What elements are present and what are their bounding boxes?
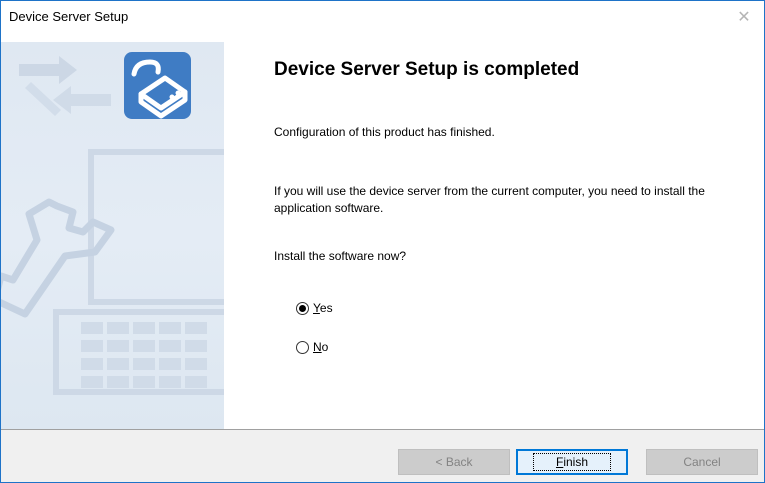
radio-yes-circle[interactable] xyxy=(296,301,309,315)
close-icon: ✕ xyxy=(737,8,751,26)
page-heading: Device Server Setup is completed xyxy=(274,59,580,80)
laptop-icon xyxy=(53,149,224,395)
finish-button-label: Finish xyxy=(532,453,612,471)
sidebar-artwork xyxy=(1,52,224,395)
finish-button[interactable]: Finish xyxy=(516,449,628,475)
radio-yes[interactable]: Yes xyxy=(296,301,333,315)
keyboard-keys xyxy=(81,322,207,388)
radio-no-circle[interactable] xyxy=(296,340,309,354)
radio-no-label: No xyxy=(313,340,329,354)
cancel-button[interactable]: Cancel xyxy=(646,449,758,475)
usb-device-icon xyxy=(124,52,191,119)
radio-yes-label: Yes xyxy=(313,301,333,315)
window-title: Device Server Setup xyxy=(9,9,129,24)
configuration-text: Configuration of this product has finish… xyxy=(274,125,495,139)
cancel-button-label: Cancel xyxy=(683,455,721,469)
content-panel: Device Server Setup is completed Configu… xyxy=(224,32,764,429)
info-text: If you will use the device server from t… xyxy=(274,184,705,215)
back-button-label: < Back xyxy=(435,455,473,469)
wrench-icon xyxy=(1,198,115,318)
back-button[interactable]: < Back xyxy=(398,449,510,475)
install-question: Install the software now? xyxy=(274,249,407,263)
setup-window: Device Server Setup ✕ Device Server Setu… xyxy=(0,0,765,483)
radio-no[interactable]: No xyxy=(296,340,328,354)
sidebar-illustration xyxy=(1,42,224,429)
transfer-arrows-icon xyxy=(19,56,111,116)
footer-bar: < Back Finish Cancel xyxy=(1,430,764,482)
close-button[interactable]: ✕ xyxy=(724,1,764,32)
title-bar[interactable]: Device Server Setup ✕ xyxy=(1,1,764,32)
